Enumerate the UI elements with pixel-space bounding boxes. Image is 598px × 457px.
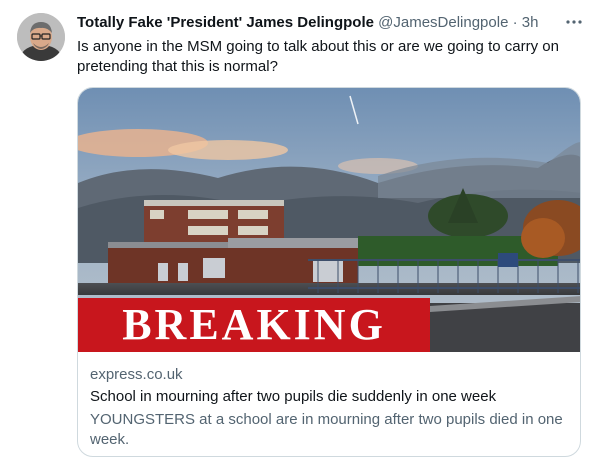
card-domain: express.co.uk [90, 366, 183, 383]
timestamp[interactable]: 3h [522, 14, 539, 31]
card-description: YOUNGSTERS at a school are in mourning a… [90, 411, 563, 448]
tweet[interactable]: Totally Fake 'President' James Delingpol… [0, 0, 598, 457]
breaking-banner-text: BREAKING [122, 300, 386, 349]
handle[interactable]: @JamesDelingpole [378, 14, 508, 31]
ellipsis-icon[interactable] [562, 10, 586, 34]
display-name[interactable]: Totally Fake 'President' James Delingpol… [77, 14, 374, 31]
card-title[interactable]: School in mourning after two pupils die … [90, 388, 570, 405]
tweet-text: Is anyone in the MSM going to talk about… [77, 38, 559, 75]
avatar[interactable] [17, 13, 65, 61]
card-image[interactable]: BREAKING [78, 88, 580, 352]
link-card[interactable]: BREAKING express.co.uk School in mournin… [77, 87, 581, 457]
tweet-header: Totally Fake 'President' James Delingpol… [77, 13, 538, 33]
separator-dot: · [512, 14, 518, 31]
breaking-banner: BREAKING [78, 298, 430, 352]
